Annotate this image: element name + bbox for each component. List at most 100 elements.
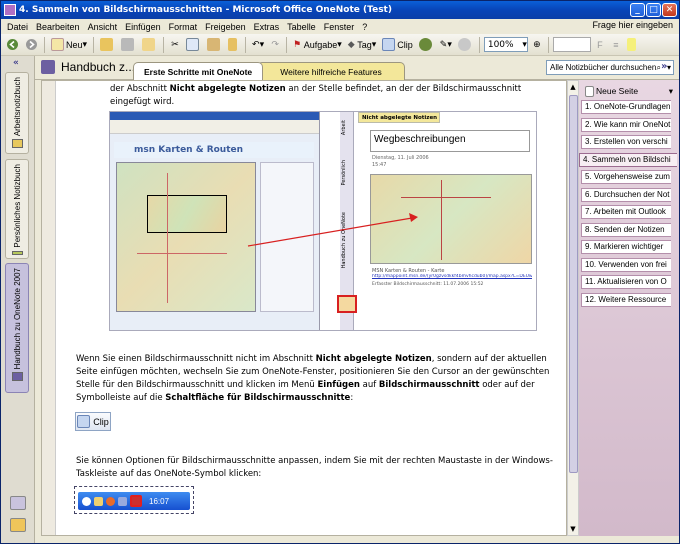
audio-button[interactable] [417, 36, 436, 54]
zoom-in-button[interactable]: ⊕ [530, 36, 544, 54]
back-button[interactable] [4, 36, 21, 54]
title-bar: 4. Sammeln von Bildschirmausschnitten - … [1, 1, 679, 19]
menu-help[interactable]: ? [358, 22, 371, 32]
page-tab[interactable]: 3. Erstellen von verschi [581, 135, 671, 149]
tab-erste-schritte[interactable]: Erste Schritte mit OneNote [133, 62, 264, 80]
screen-clip-icon [382, 38, 396, 51]
format-painter-button[interactable] [226, 36, 241, 54]
scroll-down-icon[interactable]: ▼ [568, 523, 578, 535]
page-tab[interactable]: 9. Markieren wichtiger [581, 240, 671, 254]
highlighter-icon [626, 38, 636, 51]
expand-pagelist-icon[interactable]: » [661, 61, 667, 72]
notebook-icon [41, 60, 55, 74]
page-tab[interactable]: 12. Weitere Ressource [581, 292, 671, 307]
page-tab[interactable]: 7. Arbeiten mit Outlook [581, 205, 671, 219]
onenote-app-icon [4, 4, 16, 16]
page-tab[interactable]: 10. Verwenden von frei [581, 257, 671, 272]
minimize-button[interactable]: _ [630, 3, 645, 17]
task-button[interactable]: ⚑ Aufgabe ▾ [291, 36, 344, 54]
notebook-tab-handbuch[interactable]: Handbuch zu OneNote 2007 [5, 263, 29, 393]
font-color-button[interactable]: F [593, 36, 607, 54]
copy-button[interactable] [184, 36, 203, 54]
menu-datei[interactable]: Datei [3, 22, 32, 32]
menu-format[interactable]: Format [165, 22, 202, 32]
zoom-select[interactable]: 100% ▾ [483, 37, 528, 52]
paragraph-3: Sie können Optionen für Bildschirmaussch… [76, 456, 553, 479]
tab-label: Erste Schritte mit OneNote [144, 66, 253, 77]
print-button[interactable] [119, 36, 138, 54]
scroll-up-icon[interactable]: ▲ [568, 81, 578, 93]
menu-freigeben[interactable]: Freigeben [201, 22, 250, 32]
paste-button[interactable] [205, 36, 224, 54]
open-button[interactable] [98, 36, 117, 54]
chevron-down-icon: ▾ [666, 63, 671, 72]
chevron-down-icon: ▾ [668, 85, 673, 96]
cut-button[interactable]: ✂ [168, 36, 182, 54]
tab-weitere-features[interactable]: Weitere hilfreiche Features [257, 62, 405, 80]
page-tab[interactable]: 4. Sammeln von Bildschi [579, 152, 677, 167]
page-tabs-panel: Neue Seite ▾ 1. OneNote-Grundlagen 2. Wie… [579, 80, 679, 536]
chevron-down-icon: ▾ [522, 39, 527, 50]
page-tab[interactable]: 1. OneNote-Grundlagen [581, 100, 671, 114]
redo-button[interactable]: ↷ [268, 36, 282, 54]
page-tab[interactable]: 6. Durchsuchen der Not [581, 187, 671, 202]
search-input[interactable]: Alle Notizbücher durchsuchen ⌕ ▾ [546, 60, 674, 75]
clip-toolbar-button[interactable]: Clip [380, 36, 415, 54]
pen-button[interactable]: ✎ ▾ [438, 36, 454, 54]
menu-ansicht[interactable]: Ansicht [84, 22, 122, 32]
vertical-scrollbar[interactable]: ▲ ▼ [567, 80, 579, 536]
new-button[interactable]: Neu ▾ [49, 36, 89, 54]
notebook-header: Handbuch z... Erste Schritte mit OneNote… [35, 56, 679, 80]
email-button[interactable] [140, 36, 159, 54]
notebook-navigation-bar: « Arbeitsnotizbuch Persönliches Notizbuc… [1, 56, 35, 543]
clip-label: Clip [397, 39, 413, 50]
unfiled-notes-icon[interactable] [10, 496, 26, 510]
print-icon [121, 38, 135, 51]
notebook-label: Persönliches Notizbuch [12, 164, 22, 248]
page-content[interactable]: der Abschnitt Nicht abgelegte Notizen an… [41, 80, 567, 536]
scissors-icon: ✂ [171, 39, 179, 49]
paste-icon [207, 38, 221, 51]
scroll-thumb[interactable] [569, 95, 578, 473]
close-button[interactable]: ✕ [662, 3, 677, 17]
page-tab[interactable]: 2. Wie kann mir OneNot [581, 117, 671, 132]
embedded-screenshot: msn Karten & Routen Arbeit Persönlich Ha… [109, 111, 537, 331]
notebook-label: Handbuch zu OneNote 2007 [12, 268, 22, 370]
taskbar-clock: 16:07 [149, 496, 170, 506]
menu-bearbeiten[interactable]: Bearbeiten [32, 22, 84, 32]
clip-button-label: Clip [93, 416, 109, 427]
taskbar-illustration: 16:07 [74, 486, 194, 514]
new-page-button[interactable]: Neue Seite ▾ [581, 84, 677, 98]
pen-icon: ✎ [439, 39, 448, 49]
notebook-tab-arbeit[interactable]: Arbeitsnotizbuch [5, 72, 29, 154]
menu-extras[interactable]: Extras [250, 22, 284, 32]
new-page-icon [51, 38, 64, 51]
notebook-list-icon[interactable] [10, 518, 26, 532]
page-tab[interactable]: 5. Vorgehensweise zum [581, 170, 671, 184]
screen-clip-icon [77, 415, 91, 428]
maximize-button[interactable]: □ [646, 3, 661, 17]
collapse-arrows-icon[interactable]: « [13, 58, 19, 68]
notebook-tab-persoenlich[interactable]: Persönliches Notizbuch [5, 159, 29, 259]
email-icon [142, 38, 156, 51]
options-button[interactable] [456, 36, 475, 54]
tag-label: Tag [357, 39, 372, 50]
page-tab[interactable]: 8. Senden der Notizen [581, 222, 671, 237]
page-tab[interactable]: 11. Aktualisieren von O [581, 275, 671, 289]
tag-button[interactable]: ◆ Tag ▾ [346, 36, 378, 54]
window-title: 4. Sammeln von Bildschirmausschnitten - … [19, 5, 392, 15]
undo-button[interactable]: ↶ ▾ [250, 36, 266, 54]
menu-einfuegen[interactable]: Einfügen [121, 22, 165, 32]
onenote-tray-icon [130, 495, 142, 507]
tray-icon [118, 496, 127, 506]
forward-button[interactable] [23, 36, 40, 54]
menu-fenster[interactable]: Fenster [320, 22, 359, 32]
bullet-list-button[interactable]: ≡ [609, 36, 623, 54]
notebook-label: Arbeitsnotizbuch [12, 77, 22, 137]
help-question-box[interactable]: Frage hier eingeben [592, 20, 673, 30]
font-name-field[interactable] [552, 37, 591, 52]
record-icon [418, 38, 432, 51]
menu-tabelle[interactable]: Tabelle [283, 22, 320, 32]
search-placeholder: Alle Notizbücher durchsuchen [550, 63, 657, 72]
highlight-button[interactable] [625, 36, 640, 54]
